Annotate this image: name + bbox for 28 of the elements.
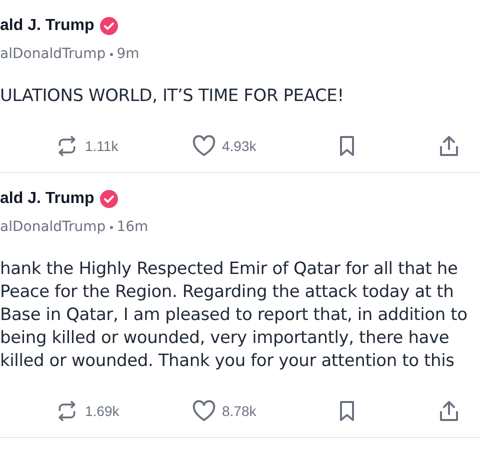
- repost-icon: [56, 135, 78, 157]
- author-name[interactable]: ald J. Trump: [0, 14, 94, 38]
- post-text-line: ULATIONS WORLD, IT’S TIME FOR PEACE!: [0, 85, 345, 108]
- heart-icon: [192, 135, 216, 157]
- share-icon: [439, 135, 459, 157]
- share-button[interactable]: [439, 400, 459, 422]
- post-text-line: hank the Highly Respected Emir of Qatar for all that he: [0, 258, 459, 281]
- post-time[interactable]: 16m: [116, 217, 148, 238]
- share-icon: [439, 400, 459, 422]
- author-name[interactable]: ald J. Trump: [0, 187, 94, 211]
- bookmark-button[interactable]: [339, 135, 355, 157]
- like-button[interactable]: 4.93k: [192, 135, 339, 157]
- repost-icon: [56, 400, 78, 422]
- repost-button[interactable]: 1.69k: [56, 400, 192, 422]
- post-text-line: killed or wounded. Thank you for your attention to this: [0, 350, 456, 373]
- post-text-line: being killed or wounded, very importantly, there have: [0, 327, 450, 350]
- author-handle[interactable]: alDonaldTrump: [0, 217, 106, 238]
- repost-button[interactable]: 1.11k: [56, 135, 192, 157]
- bookmark-icon: [339, 400, 355, 422]
- like-button[interactable]: 8.78k: [192, 400, 339, 422]
- author-handle[interactable]: alDonaldTrump: [0, 44, 106, 65]
- bookmark-icon: [339, 135, 355, 157]
- heart-icon: [192, 400, 216, 422]
- share-button[interactable]: [439, 135, 459, 157]
- post-text-line: Peace for the Region. Regarding the attack today at th: [0, 281, 455, 304]
- post-text-line: Base in Qatar, I am pleased to report that, in addition to: [0, 304, 468, 327]
- bookmark-button[interactable]: [339, 400, 355, 422]
- post-time[interactable]: 9m: [116, 44, 140, 65]
